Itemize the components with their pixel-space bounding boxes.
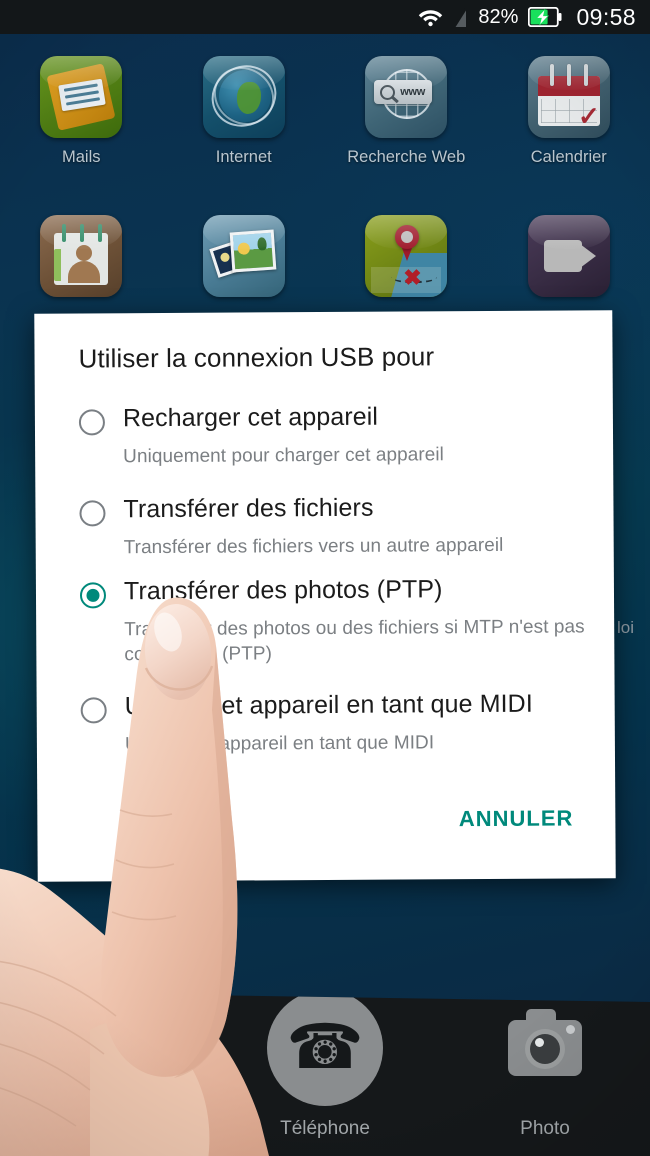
option-subtitle: Transférer des photos ou des fichiers si… — [124, 616, 585, 666]
app-label: Internet — [215, 148, 272, 166]
signal-off-icon — [453, 6, 468, 28]
status-bar: 82% 09:58 — [0, 0, 650, 34]
contacts-app-icon — [40, 215, 123, 297]
app-label: Recherche Web — [347, 148, 466, 166]
mail-app-icon — [40, 56, 123, 138]
browser-globe-app-icon — [202, 56, 285, 138]
app-recherche-web[interactable]: www Recherche Web — [325, 56, 488, 167]
option-subtitle: Utiliser cet appareil en tant que MIDI — [124, 732, 435, 756]
wifi-icon — [418, 7, 443, 27]
radio-transfer-photos-ptp[interactable] — [79, 582, 107, 609]
battery-percent-label: 82% — [478, 5, 519, 28]
dock-item-photo[interactable]: Photo — [465, 992, 625, 1140]
option-title: Utiliser cet appareil en tant que MIDI — [124, 689, 533, 721]
option-title: Recharger cet appareil — [122, 402, 379, 433]
dock-label: Téléphone — [280, 1118, 370, 1139]
radio-midi[interactable] — [80, 697, 107, 724]
gallery-app-icon — [202, 215, 285, 297]
usb-option-transfer-photos-ptp[interactable]: Transférer des photos (PTP) Transférer d… — [79, 575, 601, 667]
phone-icon: ☎ — [265, 992, 385, 1108]
radio-charge[interactable] — [78, 409, 106, 436]
app-galerie[interactable] — [163, 215, 326, 297]
option-title: Transférer des fichiers — [123, 493, 374, 524]
partial-app-label: loi — [617, 618, 635, 637]
dock-item-telephone[interactable]: ☎ Téléphone — [245, 992, 405, 1140]
dialog-title: Utiliser la connexion USB pour — [78, 341, 435, 374]
option-title: Transférer des photos (PTP) — [123, 575, 443, 606]
calendar-app-icon: ✓ — [527, 56, 610, 138]
dock-label: Photo — [520, 1118, 570, 1139]
app-label: Calendrier — [530, 148, 607, 166]
app-camera-video[interactable] — [488, 215, 650, 297]
usb-option-midi[interactable]: Utiliser cet appareil en tant que MIDI U… — [80, 689, 601, 757]
app-contacts[interactable] — [0, 215, 163, 297]
dock-bar: ☎ Téléphone Photo — [0, 992, 650, 1156]
video-camera-app-icon — [527, 215, 610, 297]
app-label: Mails — [61, 148, 101, 166]
app-internet[interactable]: Internet — [163, 56, 326, 167]
option-subtitle: Transférer des fichiers vers un autre ap… — [123, 534, 504, 559]
phone-screen: 82% 09:58 Mails Internet www Recherche W… — [0, 0, 650, 1156]
usb-connection-dialog: Utiliser la connexion USB pour Recharger… — [34, 310, 616, 882]
app-calendrier[interactable]: ✓ Calendrier — [488, 56, 650, 167]
radio-transfer-files[interactable] — [79, 500, 106, 527]
battery-charging-icon — [528, 7, 562, 27]
app-maps[interactable]: ✖ — [325, 215, 488, 297]
app-mails[interactable]: Mails — [0, 56, 163, 167]
option-subtitle: Uniquement pour charger cet appareil — [123, 444, 444, 468]
home-app-row-1: Mails Internet www Recherche Web ✓ Calen… — [0, 56, 650, 167]
web-search-app-icon: www — [365, 56, 448, 138]
home-app-row-2: ✖ — [0, 215, 650, 297]
camera-icon — [485, 992, 605, 1108]
maps-app-icon: ✖ — [365, 215, 448, 297]
cancel-button[interactable]: ANNULER — [449, 797, 584, 840]
usb-option-transfer-files[interactable]: Transférer des fichiers Transférer des f… — [79, 493, 599, 560]
usb-option-charge[interactable]: Recharger cet appareil Uniquement pour c… — [78, 402, 599, 469]
clock-label: 09:58 — [576, 3, 636, 30]
